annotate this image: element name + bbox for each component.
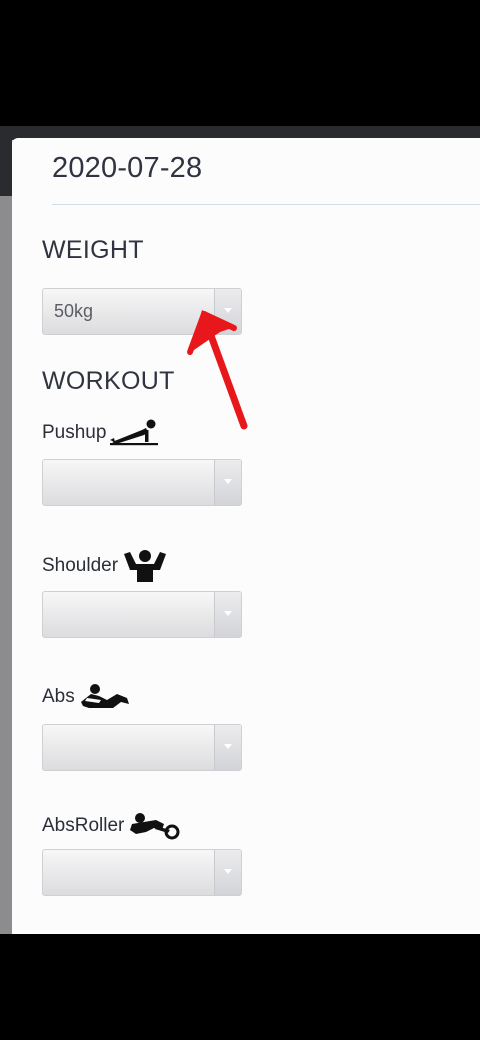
- annotation-arrow: [187, 310, 248, 430]
- workout-heading: WORKOUT: [42, 367, 175, 395]
- abs-select[interactable]: [42, 724, 242, 771]
- weight-heading: WEIGHT: [42, 236, 144, 264]
- divider: [52, 204, 480, 205]
- chevron-down-icon: [214, 460, 241, 505]
- chevron-down-icon: [214, 725, 241, 770]
- pushup-label-row: Pushup: [42, 418, 160, 448]
- pushup-select[interactable]: [42, 459, 242, 506]
- shoulder-label: Shoulder: [42, 555, 119, 576]
- pushup-label: Pushup: [42, 422, 107, 443]
- background-edge: [0, 126, 12, 196]
- abs-label: Abs: [42, 686, 75, 707]
- shoulder-select[interactable]: [42, 591, 242, 638]
- abs-label-row: Abs: [42, 682, 131, 712]
- weight-select-value: 50kg: [54, 301, 94, 321]
- situp-icon: [80, 684, 129, 708]
- chevron-down-icon: [214, 592, 241, 637]
- workout-log-modal: 2020-07-28 WEIGHT 50kg WORKOUT Pushup Sh: [12, 138, 480, 934]
- date-title: 2020-07-28: [52, 152, 203, 184]
- ab-roller-icon: [130, 813, 180, 840]
- absroller-select[interactable]: [42, 849, 242, 896]
- screen: 2020-07-28 WEIGHT 50kg WORKOUT Pushup Sh: [0, 0, 480, 1040]
- absroller-label-row: AbsRoller: [42, 810, 182, 842]
- background-overlay-edge: [0, 196, 12, 934]
- shoulder-icon: [124, 550, 167, 582]
- shoulder-label-row: Shoulder: [42, 548, 170, 584]
- pushup-icon: [110, 419, 159, 446]
- chevron-down-icon: [214, 850, 241, 895]
- absroller-label: AbsRoller: [42, 815, 125, 836]
